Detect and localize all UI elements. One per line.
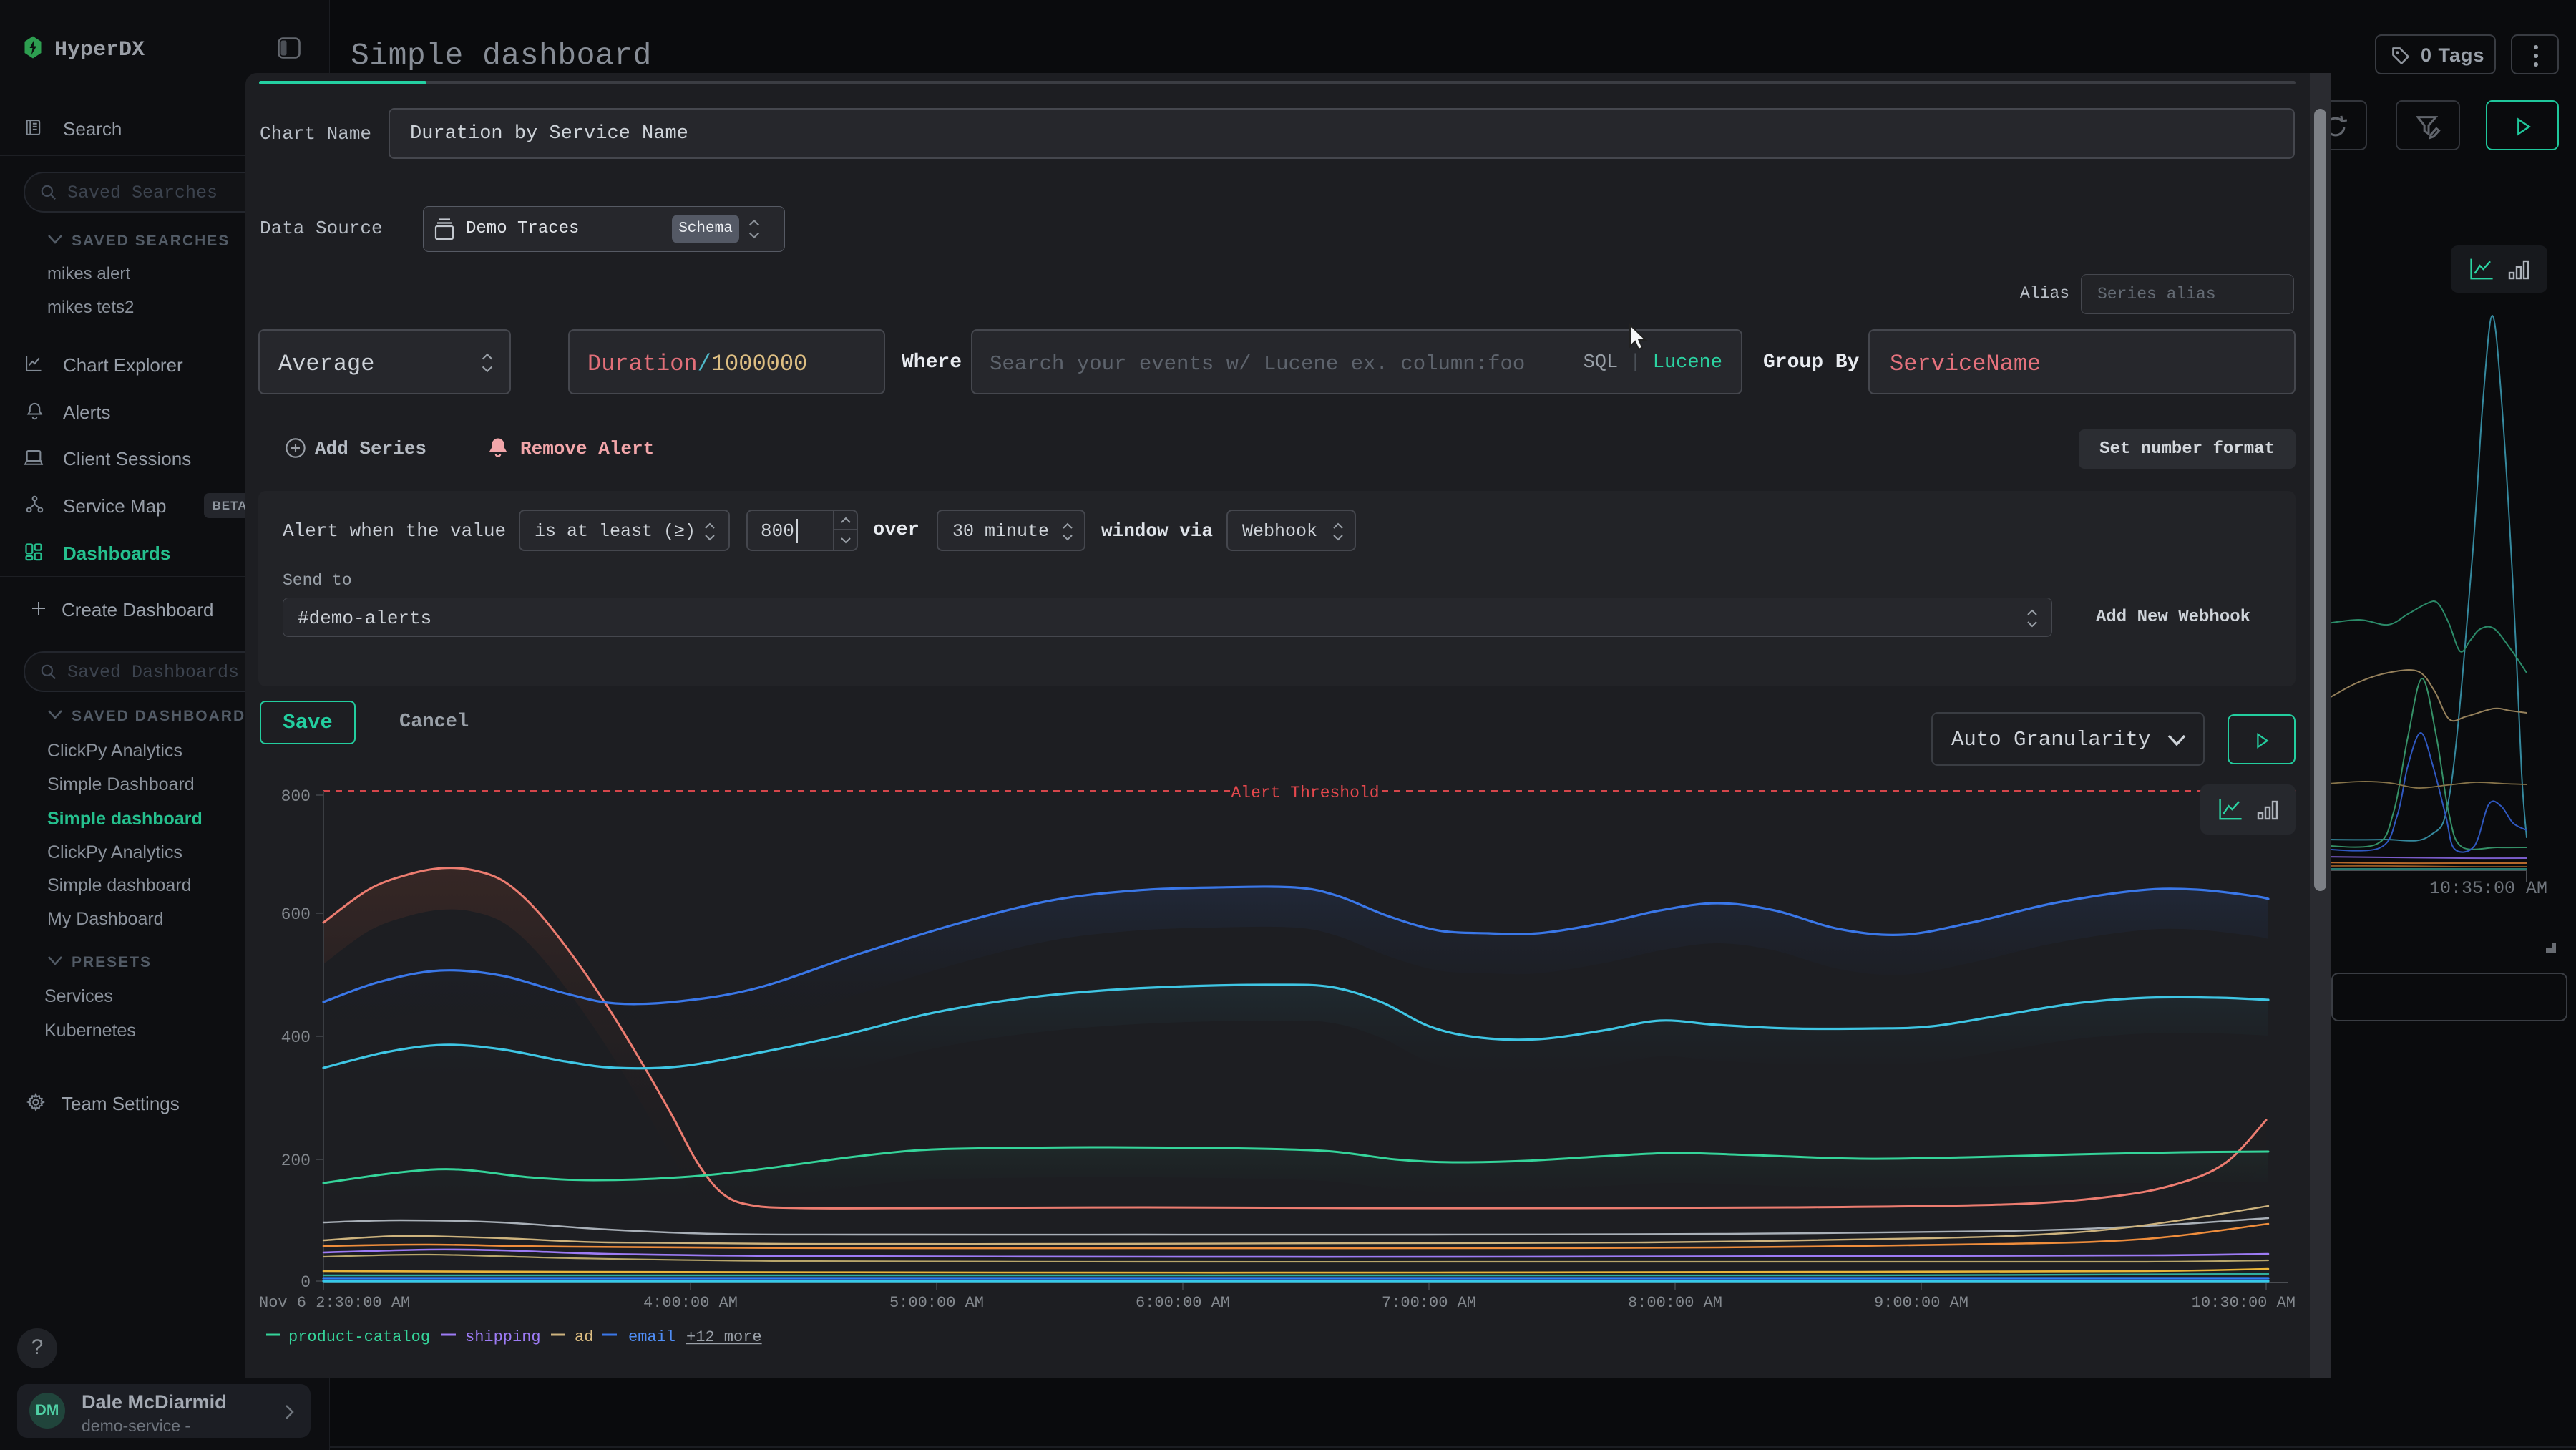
svg-text:Alert Threshold: Alert Threshold: [1231, 784, 1379, 802]
svg-text:10:30:00 AM: 10:30:00 AM: [2192, 1294, 2296, 1312]
svg-text:+12 more: +12 more: [686, 1328, 762, 1346]
svg-text:shipping: shipping: [465, 1328, 541, 1346]
svg-text:5:00:00 AM: 5:00:00 AM: [889, 1294, 984, 1312]
svg-text:800: 800: [281, 787, 311, 806]
svg-text:400: 400: [281, 1028, 311, 1047]
svg-text:6:00:00 AM: 6:00:00 AM: [1136, 1294, 1230, 1312]
svg-text:product-catalog: product-catalog: [288, 1328, 430, 1346]
svg-text:4:00:00 AM: 4:00:00 AM: [643, 1294, 738, 1312]
svg-text:email: email: [628, 1328, 675, 1346]
svg-text:8:00:00 AM: 8:00:00 AM: [1628, 1294, 1722, 1312]
svg-text:10:35:00 AM: 10:35:00 AM: [2429, 878, 2547, 899]
svg-text:7:00:00 AM: 7:00:00 AM: [1382, 1294, 1476, 1312]
svg-text:Nov 6 2:30:00 AM: Nov 6 2:30:00 AM: [259, 1294, 410, 1312]
svg-text:600: 600: [281, 905, 311, 924]
svg-text:ad: ad: [575, 1328, 593, 1346]
svg-text:9:00:00 AM: 9:00:00 AM: [1874, 1294, 1968, 1312]
svg-text:0: 0: [301, 1273, 311, 1292]
svg-text:200: 200: [281, 1152, 311, 1170]
